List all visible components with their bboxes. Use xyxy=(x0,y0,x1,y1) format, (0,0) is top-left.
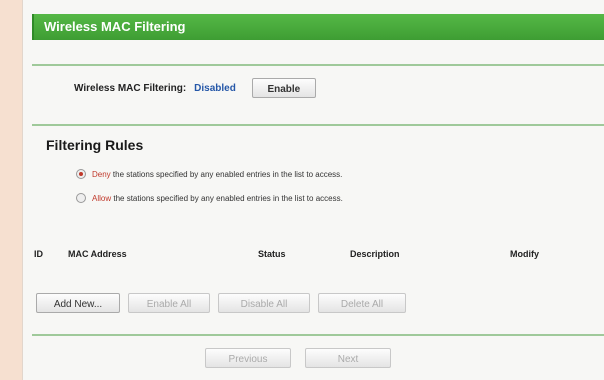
deny-rule-text: Deny the stations specified by any enabl… xyxy=(92,170,342,179)
deny-radio[interactable] xyxy=(76,169,86,179)
mac-table-header: ID MAC Address Status Description Modify xyxy=(34,249,594,263)
divider-top xyxy=(32,64,604,66)
divider-bottom xyxy=(32,334,604,336)
pagination: Previous Next xyxy=(205,348,391,368)
column-id: ID xyxy=(34,249,43,259)
mac-filtering-label: Wireless MAC Filtering: xyxy=(74,82,187,94)
allow-rule-text: Allow the stations specified by any enab… xyxy=(92,194,343,203)
allow-radio[interactable] xyxy=(76,193,86,203)
delete-all-button[interactable]: Delete All xyxy=(318,293,406,313)
deny-rule-option[interactable]: Deny the stations specified by any enabl… xyxy=(76,167,342,181)
disable-all-button[interactable]: Disable All xyxy=(218,293,310,313)
allow-description: the stations specified by any enabled en… xyxy=(111,193,343,203)
allow-rule-option[interactable]: Allow the stations specified by any enab… xyxy=(76,191,343,205)
deny-description: the stations specified by any enabled en… xyxy=(110,169,343,179)
table-actions: Add New... Enable All Disable All Delete… xyxy=(36,293,406,313)
column-mac-address: MAC Address xyxy=(68,249,127,259)
next-button[interactable]: Next xyxy=(305,348,391,368)
add-new-button[interactable]: Add New... xyxy=(36,293,120,313)
content-frame xyxy=(22,0,604,380)
filtering-rules-heading: Filtering Rules xyxy=(46,137,144,153)
previous-button[interactable]: Previous xyxy=(205,348,291,368)
allow-keyword: Allow xyxy=(92,193,112,203)
column-description: Description xyxy=(350,249,400,259)
divider-rules xyxy=(32,124,604,126)
page-title-bar: Wireless MAC Filtering xyxy=(32,14,604,40)
mac-filtering-status-row: Wireless MAC Filtering: Disabled Enable xyxy=(74,76,316,100)
deny-keyword: Deny xyxy=(92,169,111,179)
enable-button[interactable]: Enable xyxy=(251,78,316,98)
page-title: Wireless MAC Filtering xyxy=(44,19,186,34)
enable-all-button[interactable]: Enable All xyxy=(128,293,210,313)
column-modify: Modify xyxy=(510,249,539,259)
mac-filtering-status: Disabled xyxy=(194,82,236,94)
column-status: Status xyxy=(258,249,286,259)
